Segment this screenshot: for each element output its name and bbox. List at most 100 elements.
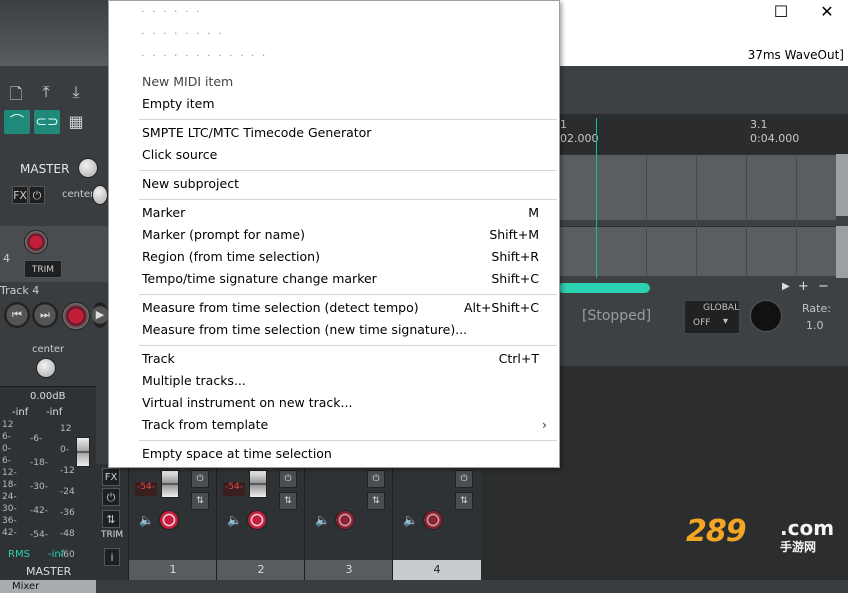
- rate-value: 1.0: [806, 319, 824, 332]
- track-4-trim-button[interactable]: TRIM: [24, 260, 62, 278]
- channel-3-route-icon[interactable]: ⇅: [367, 492, 385, 510]
- mixer-fx-button[interactable]: FX: [102, 468, 120, 486]
- channel-1-route-icon[interactable]: ⇅: [191, 492, 209, 510]
- close-button[interactable]: ✕: [816, 2, 838, 22]
- watermark-cn: 手游网: [780, 540, 817, 554]
- mixer-channel-1[interactable]: -54- ⏻ ⇅ 🔈 1: [128, 464, 217, 580]
- new-file-icon[interactable]: 🗋: [6, 84, 26, 104]
- mixer-route-button[interactable]: ⇅: [102, 510, 120, 528]
- menu-item-multiple-tracks[interactable]: Multiple tracks...: [109, 370, 559, 392]
- channel-3-record-arm[interactable]: [335, 510, 355, 530]
- rate-label: Rate:: [802, 302, 831, 315]
- channel-1-fader[interactable]: [161, 470, 179, 498]
- menu-separator: [139, 199, 557, 200]
- master-power-button[interactable]: ⏻: [29, 186, 45, 204]
- menu-item-track[interactable]: Track Ctrl+T: [109, 348, 559, 370]
- go-to-start-button[interactable]: ⏮: [4, 302, 30, 328]
- channel-2-number[interactable]: 2: [217, 560, 305, 580]
- menu-item-new-midi[interactable]: New MIDI item: [109, 71, 559, 93]
- menu-clipped-row: · · · · · · · ·: [141, 27, 224, 40]
- channel-4-record-arm[interactable]: [423, 510, 443, 530]
- download-icon[interactable]: ⤓: [66, 82, 86, 102]
- master-pan-knob[interactable]: [92, 185, 108, 205]
- upload-icon[interactable]: ⤒: [36, 82, 56, 102]
- speaker-icon[interactable]: 🔈: [139, 513, 154, 527]
- menu-item-marker[interactable]: Marker M: [109, 202, 559, 224]
- channel-4-power-icon[interactable]: ⏻: [455, 470, 473, 488]
- go-to-end-button[interactable]: ⏭: [32, 302, 58, 328]
- mixer-pan-knob[interactable]: [36, 358, 56, 378]
- menu-item-virtual-instrument[interactable]: Virtual instrument on new track...: [109, 392, 559, 414]
- mixer-trim-label: TRIM: [101, 530, 124, 540]
- master-volume-readout: 0.00dB: [30, 391, 66, 402]
- rms-label: RMS: [8, 549, 30, 560]
- master-volume-knob[interactable]: [78, 158, 98, 178]
- track-lane-2[interactable]: [558, 226, 836, 276]
- play-button[interactable]: ▶: [92, 302, 108, 328]
- menu-item-track-from-template[interactable]: Track from template ›: [109, 414, 559, 436]
- track-4-header[interactable]: 4 TRIM: [0, 226, 108, 282]
- edit-cursor[interactable]: [596, 118, 597, 278]
- channel-2-record-arm[interactable]: [247, 510, 267, 530]
- menu-item-click-source[interactable]: Click source: [109, 144, 559, 166]
- meter-scale-mid: -6- -18- -30- -42- -54-: [30, 434, 48, 540]
- mixer-info-button[interactable]: i: [104, 548, 120, 566]
- track-lane-1[interactable]: [558, 154, 836, 220]
- channel-3-number[interactable]: 3: [305, 560, 393, 580]
- global-automation-box[interactable]: GLOBAL OFF ▾: [684, 300, 740, 334]
- rms-value: -inf: [48, 549, 65, 560]
- speaker-icon[interactable]: 🔈: [227, 513, 242, 527]
- mixer-channel-2[interactable]: -54- ⏻ ⇅ 🔈 2: [216, 464, 305, 580]
- channel-4-number[interactable]: 4: [393, 560, 481, 580]
- playrate-knob[interactable]: [750, 300, 782, 332]
- channel-4-route-icon[interactable]: ⇅: [455, 492, 473, 510]
- ruler-marker-3-1: 3.1: [750, 118, 768, 131]
- maximize-button[interactable]: ☐: [770, 2, 792, 22]
- menu-item-marker-prompt[interactable]: Marker (prompt for name) Shift+M: [109, 224, 559, 246]
- menu-item-measure-detect-tempo[interactable]: Measure from time selection (detect temp…: [109, 297, 559, 319]
- menu-item-measure-new-timesig[interactable]: Measure from time selection (new time si…: [109, 319, 559, 341]
- transport-status: [Stopped]: [582, 308, 652, 324]
- speaker-icon[interactable]: 🔈: [403, 513, 418, 527]
- track-4-record-arm-button[interactable]: [24, 230, 48, 254]
- chevron-down-icon[interactable]: ▾: [723, 316, 728, 327]
- channel-2-power-icon[interactable]: ⏻: [279, 470, 297, 488]
- channel-1-power-icon[interactable]: ⏻: [191, 470, 209, 488]
- master-fader[interactable]: [76, 437, 90, 467]
- time-selection-bar[interactable]: [558, 283, 650, 293]
- timeline-ruler[interactable]: 1 02.000 3.1 0:04.000: [558, 114, 848, 154]
- mixer-power-button[interactable]: ⏻: [102, 488, 120, 506]
- menu-item-tempo-marker[interactable]: Tempo/time signature change marker Shift+…: [109, 268, 559, 290]
- menu-item-empty-item[interactable]: Empty item: [109, 93, 559, 115]
- menu-item-smpte-generator[interactable]: SMPTE LTC/MTC Timecode Generator: [109, 122, 559, 144]
- channel-2-route-icon[interactable]: ⇅: [279, 492, 297, 510]
- grid-line: [746, 154, 747, 276]
- vertical-scrollbar-1[interactable]: [836, 154, 848, 216]
- link-icon[interactable]: ⊂⊃: [34, 110, 60, 134]
- channel-2-fader[interactable]: [249, 470, 267, 498]
- grid-icon[interactable]: ▦: [66, 112, 86, 132]
- grid-line: [696, 154, 697, 276]
- master-fx-button[interactable]: FX: [12, 186, 28, 204]
- site-watermark-logo: 289 .com 手游网: [686, 514, 836, 560]
- channel-3-power-icon[interactable]: ⏻: [367, 470, 385, 488]
- channel-1-record-arm[interactable]: [159, 510, 179, 530]
- chevron-right-icon: ›: [542, 417, 547, 432]
- mixer-panel: FX ⏻ ⇅ TRIM i -54- ⏻ ⇅ 🔈 1 -54- ⏻ ⇅ 🔈 2 …: [96, 464, 481, 580]
- menu-item-new-subproject[interactable]: New subproject: [109, 173, 559, 195]
- mixer-tab[interactable]: Mixer: [0, 580, 96, 593]
- vertical-scrollbar-2[interactable]: [836, 226, 848, 278]
- global-value[interactable]: OFF: [693, 318, 710, 328]
- ripple-edit-icon[interactable]: ⌒: [4, 110, 30, 134]
- mixer-channel-4[interactable]: ⏻ ⇅ 🔈 4: [392, 464, 481, 580]
- menu-item-region[interactable]: Region (from time selection) Shift+R: [109, 246, 559, 268]
- meter-scale-right: 12 0- -12 -24 -36 -48 -60: [60, 424, 75, 560]
- play-small-icon[interactable]: ▶: [782, 281, 790, 292]
- mixer-channel-3[interactable]: ⏻ ⇅ 🔈 3: [304, 464, 393, 580]
- zoom-in-icon[interactable]: +: [798, 279, 809, 294]
- channel-1-number[interactable]: 1: [129, 560, 217, 580]
- transport-record-button[interactable]: [62, 302, 90, 330]
- menu-item-empty-space[interactable]: Empty space at time selection: [109, 443, 559, 465]
- zoom-out-icon[interactable]: −: [818, 279, 829, 294]
- speaker-icon[interactable]: 🔈: [315, 513, 330, 527]
